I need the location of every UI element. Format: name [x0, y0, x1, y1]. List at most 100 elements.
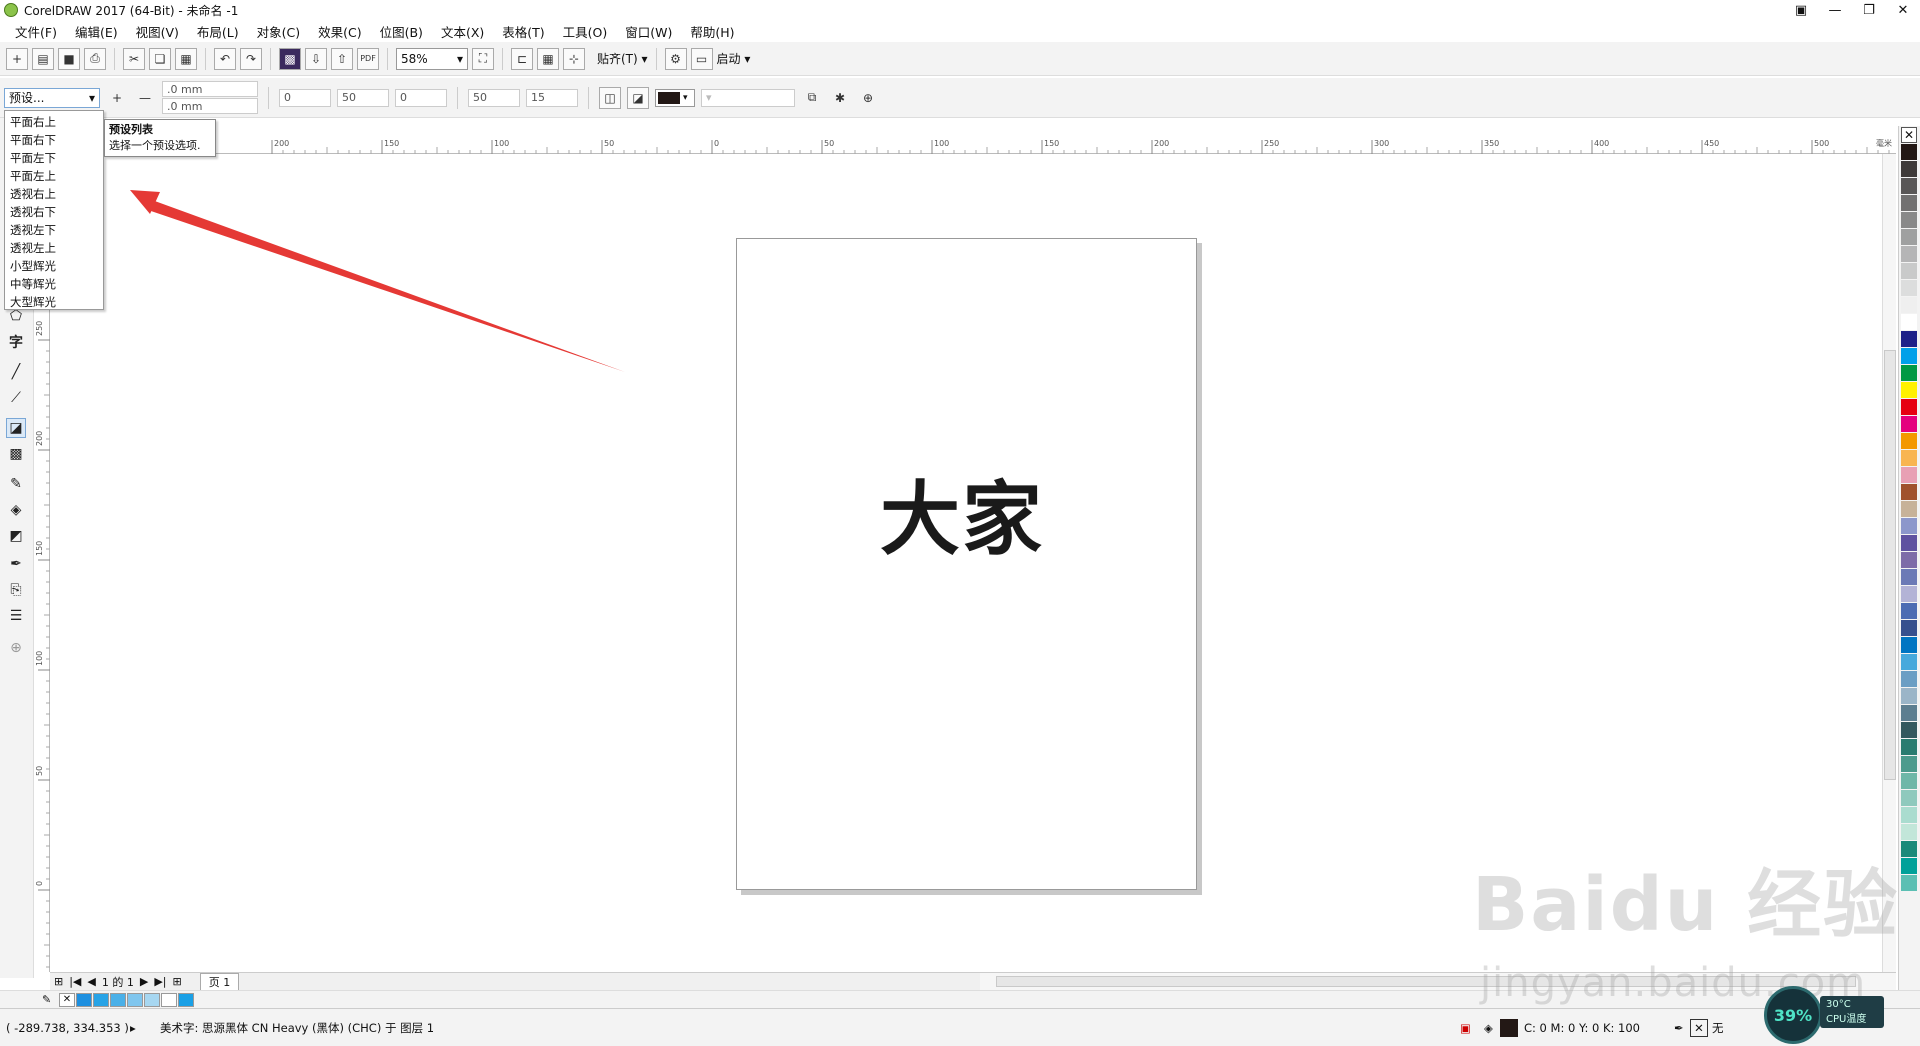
shadow-fade-input[interactable]: 0 [395, 88, 447, 107]
preset-option[interactable]: 大型辉光 [5, 293, 103, 311]
palette-color-swatch[interactable] [1901, 841, 1917, 857]
menu-text[interactable]: 文本(X) [432, 22, 493, 41]
shadow-offset-y-input[interactable]: .0 mm [162, 98, 258, 114]
add-icon[interactable]: ⊕ [857, 87, 879, 109]
new-document-icon[interactable]: + [6, 47, 28, 70]
palette-color-swatch[interactable] [1901, 875, 1917, 891]
palette-color-swatch[interactable] [1901, 484, 1917, 500]
remove-preset-icon[interactable]: — [134, 87, 156, 109]
palette-color-swatch[interactable] [1901, 161, 1917, 177]
document-color-swatch[interactable] [76, 992, 92, 1007]
palette-color-swatch[interactable] [1901, 263, 1917, 279]
vertical-scroll-thumb[interactable] [1884, 350, 1896, 780]
add-page-icon[interactable]: ⊞ [54, 975, 63, 988]
document-color-swatch[interactable] [93, 992, 109, 1007]
restore-button[interactable]: ❐ [1852, 0, 1886, 20]
palette-color-swatch[interactable] [1901, 212, 1917, 228]
account-icon[interactable]: ▣ [1784, 0, 1818, 20]
palette-color-swatch[interactable] [1901, 773, 1917, 789]
document-color-swatch[interactable] [178, 992, 194, 1007]
preset-option[interactable]: 中等辉光 [5, 275, 103, 293]
palette-color-swatch[interactable] [1901, 280, 1917, 296]
menu-file[interactable]: 文件(F) [6, 22, 66, 41]
palette-color-swatch[interactable] [1901, 603, 1917, 619]
interactive-fill-tool-icon[interactable]: ◈ [6, 500, 26, 520]
play-icon[interactable]: ▸ [130, 1021, 160, 1035]
last-page-icon[interactable]: ▶| [154, 975, 166, 988]
shadow-angle-input[interactable]: 0 [279, 88, 331, 107]
add-tool-icon[interactable]: ⊕ [6, 638, 26, 658]
preset-option[interactable]: 透视右上 [5, 185, 103, 203]
palette-color-swatch[interactable] [1901, 246, 1917, 262]
shadow-opacity-input[interactable]: 50 [468, 88, 520, 107]
palette-color-swatch[interactable] [1901, 637, 1917, 653]
preset-option[interactable]: 平面左上 [5, 167, 103, 185]
redo-icon[interactable]: ↷ [240, 47, 262, 70]
menu-layout[interactable]: 布局(L) [188, 22, 248, 41]
palette-color-swatch[interactable] [1901, 467, 1917, 483]
menu-bitmaps[interactable]: 位图(B) [371, 22, 432, 41]
palette-color-swatch[interactable] [1901, 518, 1917, 534]
shadow-feathering-input[interactable]: 15 [526, 88, 578, 107]
page-tab[interactable]: 页 1 [199, 972, 240, 991]
snap-to-dropdown[interactable]: 贴齐(T) ▾ [597, 50, 648, 67]
palette-color-swatch[interactable] [1901, 569, 1917, 585]
palette-color-swatch[interactable] [1901, 552, 1917, 568]
palette-color-swatch[interactable] [1901, 756, 1917, 772]
import-icon[interactable]: ⇩ [305, 47, 327, 70]
menu-view[interactable]: 视图(V) [127, 22, 188, 41]
next-page-icon[interactable]: ▶ [140, 975, 148, 988]
palette-color-swatch[interactable] [1901, 178, 1917, 194]
menu-window[interactable]: 窗口(W) [616, 22, 681, 41]
no-color-swatch[interactable]: ✕ [1901, 127, 1917, 143]
document-color-swatch[interactable] [144, 992, 160, 1007]
pen-outline-tool-icon[interactable]: ✒ [6, 554, 26, 574]
close-button[interactable]: ✕ [1886, 0, 1920, 20]
adjust-tool-icon[interactable]: ☰ [6, 606, 26, 626]
fill-icon[interactable]: ◈ [1484, 1021, 1500, 1035]
options-gear-icon[interactable]: ⚙ [664, 47, 687, 70]
outline-pen-icon[interactable]: ✒ [1674, 1021, 1690, 1035]
clear-shadow-icon[interactable]: ✱ [829, 87, 851, 109]
feather-direction-icon[interactable]: ◫ [599, 86, 621, 109]
palette-color-swatch[interactable] [1901, 688, 1917, 704]
palette-color-swatch[interactable] [1901, 858, 1917, 874]
palette-color-swatch[interactable] [1901, 195, 1917, 211]
text-tool-icon[interactable]: 字 [6, 332, 26, 352]
document-color-swatch[interactable] [161, 992, 177, 1007]
palette-color-swatch[interactable] [1901, 705, 1917, 721]
palette-color-swatch[interactable] [1901, 416, 1917, 432]
minimize-button[interactable]: — [1818, 0, 1852, 20]
palette-color-swatch[interactable] [1901, 654, 1917, 670]
preset-option[interactable]: 透视左上 [5, 239, 103, 257]
palette-color-swatch[interactable] [1901, 331, 1917, 347]
prev-page-icon[interactable]: ◀ [87, 975, 95, 988]
dimension-tool-icon[interactable]: ╱ [6, 362, 26, 382]
palette-color-swatch[interactable] [1901, 314, 1917, 330]
paste-icon[interactable]: ▦ [175, 47, 197, 70]
artistic-text-object[interactable]: 大家 [880, 455, 1044, 571]
show-grid-icon[interactable]: ▦ [537, 47, 559, 70]
palette-color-swatch[interactable] [1901, 671, 1917, 687]
palette-color-swatch[interactable] [1901, 620, 1917, 636]
no-color-swatch[interactable]: ✕ [59, 992, 75, 1007]
palette-color-swatch[interactable] [1901, 824, 1917, 840]
palette-color-swatch[interactable] [1901, 382, 1917, 398]
launch-dropdown[interactable]: 启动 ▾ [717, 50, 751, 67]
transparency-tool-icon[interactable]: ▩ [6, 444, 26, 464]
open-icon[interactable]: ▤ [32, 47, 54, 70]
palette-color-swatch[interactable] [1901, 348, 1917, 364]
undo-icon[interactable]: ↶ [214, 47, 236, 70]
artistic-media-tool-icon[interactable]: ⎘ [6, 580, 26, 600]
eyedropper-icon[interactable]: ✎ [42, 993, 58, 1006]
zoom-level-select[interactable]: 58% ▾ [396, 47, 468, 70]
add-preset-icon[interactable]: + [106, 87, 128, 109]
add-page-after-icon[interactable]: ⊞ [173, 975, 182, 988]
pdf-icon[interactable]: PDF [357, 47, 379, 70]
palette-color-swatch[interactable] [1901, 450, 1917, 466]
palette-color-swatch[interactable] [1901, 229, 1917, 245]
export-icon[interactable]: ⇧ [331, 47, 353, 70]
menu-tools[interactable]: 工具(O) [554, 22, 617, 41]
shadow-offset-x-input[interactable]: .0 mm [162, 81, 258, 97]
menu-edit[interactable]: 编辑(E) [66, 22, 127, 41]
